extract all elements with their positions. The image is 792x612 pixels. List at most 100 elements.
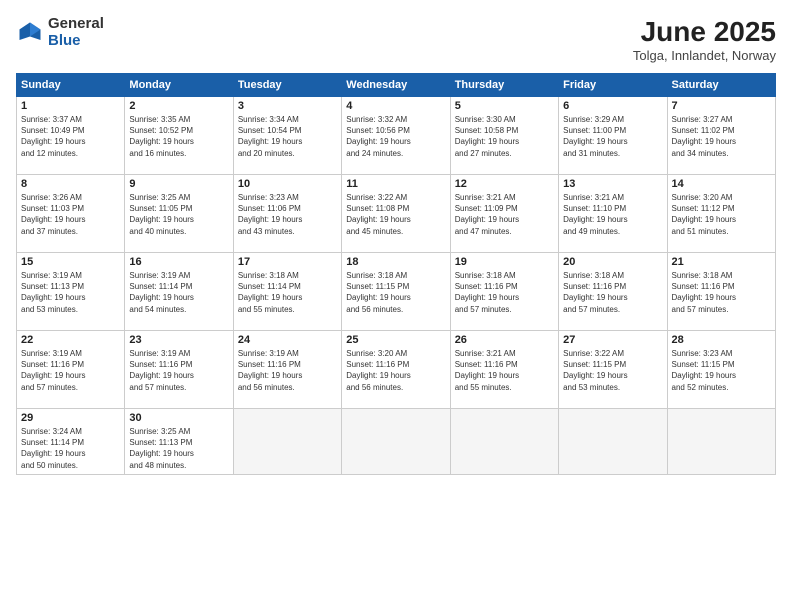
table-row: 10 Sunrise: 3:23 AM Sunset: 11:06 PM Dayl… xyxy=(233,175,341,253)
table-row xyxy=(667,409,775,475)
day-number: 27 xyxy=(563,334,662,346)
day-info: Sunrise: 3:22 AM Sunset: 11:15 PM Daylig… xyxy=(563,348,662,393)
day-number: 18 xyxy=(346,256,445,268)
table-row: 1 Sunrise: 3:37 AM Sunset: 10:49 PM Dayli… xyxy=(17,97,125,175)
day-info: Sunrise: 3:24 AM Sunset: 11:14 PM Daylig… xyxy=(21,426,120,471)
col-wednesday: Wednesday xyxy=(342,74,450,97)
table-row: 18 Sunrise: 3:18 AM Sunset: 11:15 PM Dayl… xyxy=(342,253,450,331)
table-row: 19Sunrise: 3:18 AM Sunset: 11:16 PM Dayl… xyxy=(450,253,558,331)
day-info: Sunrise: 3:21 AM Sunset: 11:10 PM Daylig… xyxy=(563,192,662,237)
day-number: 3 xyxy=(238,100,337,112)
table-row: 15 Sunrise: 3:19 AM Sunset: 11:13 PM Dayl… xyxy=(17,253,125,331)
day-info: Sunrise: 3:19 AM Sunset: 11:16 PM Daylig… xyxy=(129,348,228,393)
table-row xyxy=(342,409,450,475)
day-info: Sunrise: 3:20 AM Sunset: 11:16 PM Daylig… xyxy=(346,348,445,393)
table-row: 27 Sunrise: 3:22 AM Sunset: 11:15 PM Dayl… xyxy=(559,331,667,409)
day-number: 30 xyxy=(129,412,228,424)
table-row xyxy=(450,409,558,475)
table-row: 20Sunrise: 3:18 AM Sunset: 11:16 PM Dayl… xyxy=(559,253,667,331)
table-row: 17 Sunrise: 3:18 AM Sunset: 11:14 PM Dayl… xyxy=(233,253,341,331)
day-number: 7 xyxy=(672,100,771,112)
calendar-subtitle: Tolga, Innlandet, Norway xyxy=(633,48,776,63)
day-number: 5 xyxy=(455,100,554,112)
table-row: 14Sunrise: 3:20 AM Sunset: 11:12 PM Dayl… xyxy=(667,175,775,253)
day-info: Sunrise: 3:18 AM Sunset: 11:15 PM Daylig… xyxy=(346,270,445,315)
day-info: Sunrise: 3:20 AM Sunset: 11:12 PM Daylig… xyxy=(672,192,771,237)
day-info: Sunrise: 3:19 AM Sunset: 11:16 PM Daylig… xyxy=(21,348,120,393)
day-number: 23 xyxy=(129,334,228,346)
page-header: General Blue June 2025 Tolga, Innlandet,… xyxy=(16,16,776,63)
table-row: 21 Sunrise: 3:18 AM Sunset: 11:16 PM Dayl… xyxy=(667,253,775,331)
day-info: Sunrise: 3:22 AM Sunset: 11:08 PM Daylig… xyxy=(346,192,445,237)
day-info: Sunrise: 3:19 AM Sunset: 11:13 PM Daylig… xyxy=(21,270,120,315)
day-number: 2 xyxy=(129,100,228,112)
day-number: 11 xyxy=(346,178,445,190)
day-number: 17 xyxy=(238,256,337,268)
table-row xyxy=(233,409,341,475)
day-info: Sunrise: 3:25 AM Sunset: 11:13 PM Daylig… xyxy=(129,426,228,471)
logo-text: General Blue xyxy=(48,16,104,49)
day-info: Sunrise: 3:18 AM Sunset: 11:16 PM Daylig… xyxy=(563,270,662,315)
day-info: Sunrise: 3:27 AM Sunset: 11:02 PM Daylig… xyxy=(672,114,771,159)
day-number: 15 xyxy=(21,256,120,268)
day-info: Sunrise: 3:23 AM Sunset: 11:15 PM Daylig… xyxy=(672,348,771,393)
calendar-page: General Blue June 2025 Tolga, Innlandet,… xyxy=(0,0,792,612)
table-row: 5 Sunrise: 3:30 AM Sunset: 10:58 PM Dayli… xyxy=(450,97,558,175)
table-row: 23 Sunrise: 3:19 AM Sunset: 11:16 PM Dayl… xyxy=(125,331,233,409)
title-block: June 2025 Tolga, Innlandet, Norway xyxy=(633,16,776,63)
table-row: 16Sunrise: 3:19 AM Sunset: 11:14 PM Dayl… xyxy=(125,253,233,331)
day-number: 12 xyxy=(455,178,554,190)
day-number: 9 xyxy=(129,178,228,190)
logo: General Blue xyxy=(16,16,104,49)
day-info: Sunrise: 3:32 AM Sunset: 10:56 PM Daylig… xyxy=(346,114,445,159)
day-info: Sunrise: 3:30 AM Sunset: 10:58 PM Daylig… xyxy=(455,114,554,159)
table-row: 30 Sunrise: 3:25 AM Sunset: 11:13 PM Dayl… xyxy=(125,409,233,475)
table-row: 26Sunrise: 3:21 AM Sunset: 11:16 PM Dayl… xyxy=(450,331,558,409)
day-info: Sunrise: 3:18 AM Sunset: 11:16 PM Daylig… xyxy=(672,270,771,315)
col-monday: Monday xyxy=(125,74,233,97)
table-row: 9Sunrise: 3:25 AM Sunset: 11:05 PM Dayli… xyxy=(125,175,233,253)
table-row: 24Sunrise: 3:19 AM Sunset: 11:16 PM Dayl… xyxy=(233,331,341,409)
day-info: Sunrise: 3:21 AM Sunset: 11:16 PM Daylig… xyxy=(455,348,554,393)
header-row: Sunday Monday Tuesday Wednesday Thursday… xyxy=(17,74,776,97)
day-number: 25 xyxy=(346,334,445,346)
table-row: 22 Sunrise: 3:19 AM Sunset: 11:16 PM Dayl… xyxy=(17,331,125,409)
table-row: 2 Sunrise: 3:35 AM Sunset: 10:52 PM Dayli… xyxy=(125,97,233,175)
table-row: 11 Sunrise: 3:22 AM Sunset: 11:08 PM Dayl… xyxy=(342,175,450,253)
day-number: 24 xyxy=(238,334,337,346)
table-row: 12 Sunrise: 3:21 AM Sunset: 11:09 PM Dayl… xyxy=(450,175,558,253)
calendar-table: Sunday Monday Tuesday Wednesday Thursday… xyxy=(16,73,776,475)
day-number: 1 xyxy=(21,100,120,112)
table-row: 28 Sunrise: 3:23 AM Sunset: 11:15 PM Dayl… xyxy=(667,331,775,409)
logo-icon xyxy=(16,19,44,47)
table-row xyxy=(559,409,667,475)
day-number: 29 xyxy=(21,412,120,424)
day-info: Sunrise: 3:18 AM Sunset: 11:16 PM Daylig… xyxy=(455,270,554,315)
table-row: 7 Sunrise: 3:27 AM Sunset: 11:02 PM Dayli… xyxy=(667,97,775,175)
day-number: 22 xyxy=(21,334,120,346)
day-info: Sunrise: 3:21 AM Sunset: 11:09 PM Daylig… xyxy=(455,192,554,237)
day-number: 16 xyxy=(129,256,228,268)
day-info: Sunrise: 3:34 AM Sunset: 10:54 PM Daylig… xyxy=(238,114,337,159)
day-info: Sunrise: 3:18 AM Sunset: 11:14 PM Daylig… xyxy=(238,270,337,315)
day-info: Sunrise: 3:37 AM Sunset: 10:49 PM Daylig… xyxy=(21,114,120,159)
day-number: 28 xyxy=(672,334,771,346)
col-sunday: Sunday xyxy=(17,74,125,97)
day-info: Sunrise: 3:35 AM Sunset: 10:52 PM Daylig… xyxy=(129,114,228,159)
table-row: 8Sunrise: 3:26 AM Sunset: 11:03 PM Dayli… xyxy=(17,175,125,253)
day-number: 6 xyxy=(563,100,662,112)
table-row: 25 Sunrise: 3:20 AM Sunset: 11:16 PM Dayl… xyxy=(342,331,450,409)
col-saturday: Saturday xyxy=(667,74,775,97)
table-row: 4Sunrise: 3:32 AM Sunset: 10:56 PM Dayli… xyxy=(342,97,450,175)
day-number: 21 xyxy=(672,256,771,268)
logo-blue-text: Blue xyxy=(48,33,104,50)
day-info: Sunrise: 3:23 AM Sunset: 11:06 PM Daylig… xyxy=(238,192,337,237)
day-number: 10 xyxy=(238,178,337,190)
table-row: 13Sunrise: 3:21 AM Sunset: 11:10 PM Dayl… xyxy=(559,175,667,253)
logo-general-text: General xyxy=(48,16,104,33)
day-info: Sunrise: 3:29 AM Sunset: 11:00 PM Daylig… xyxy=(563,114,662,159)
calendar-title: June 2025 xyxy=(633,16,776,48)
col-friday: Friday xyxy=(559,74,667,97)
col-tuesday: Tuesday xyxy=(233,74,341,97)
day-info: Sunrise: 3:26 AM Sunset: 11:03 PM Daylig… xyxy=(21,192,120,237)
